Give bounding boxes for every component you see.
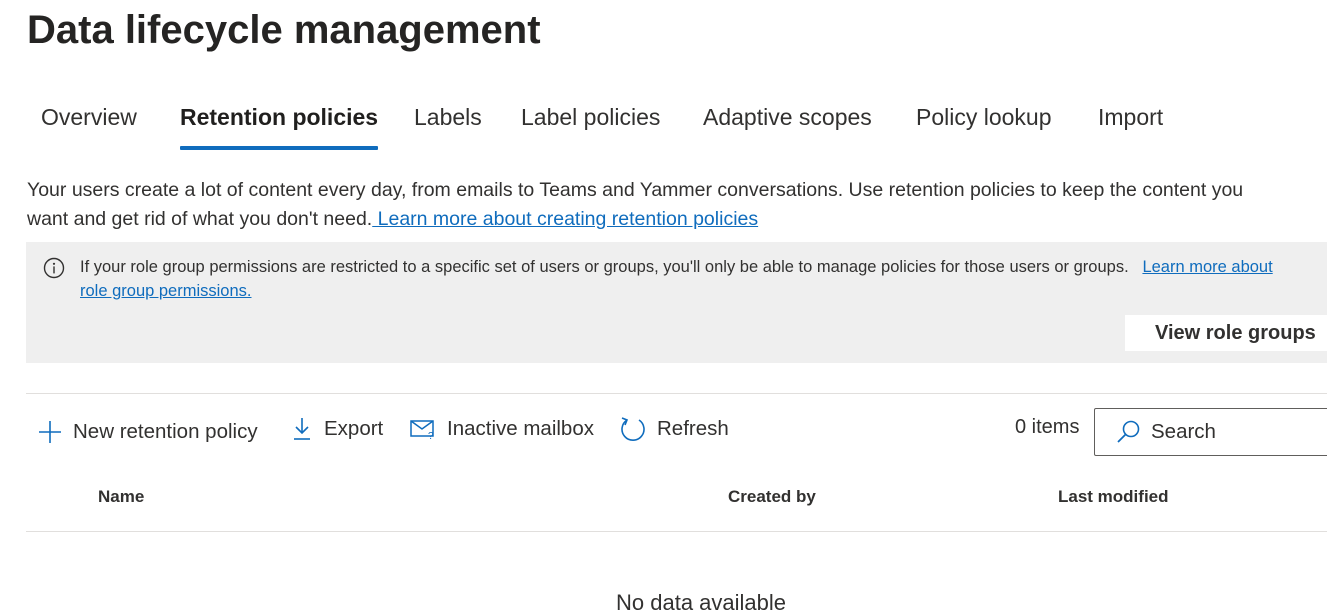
column-header-name[interactable]: Name [98,487,144,507]
toolbar-divider [26,393,1327,394]
export-button[interactable]: Export [290,410,383,448]
info-icon [43,257,65,279]
info-message-text: If your role group permissions are restr… [80,255,1300,303]
tab-retention-policies[interactable]: Retention policies [180,104,379,152]
description-line-1: Your users create a lot of content every… [27,179,1244,201]
retention-policies-page: Data lifecycle management Overview Reten… [0,0,1327,614]
page-description: Your users create a lot of content every… [27,176,1327,234]
tab-adaptive-scopes[interactable]: Adaptive scopes [703,104,872,152]
refresh-icon [621,417,645,441]
empty-state-text: No data available [616,590,787,614]
svg-text:?: ? [428,431,434,441]
download-icon [294,418,310,440]
new-retention-policy-label: New retention policy [73,420,258,443]
info-message: If your role group permissions are restr… [80,258,1129,276]
search-box[interactable] [1094,408,1327,456]
tab-policy-lookup[interactable]: Policy lookup [916,104,1052,152]
items-count: 0 items [1015,416,1080,438]
page-title: Data lifecycle management [27,8,541,52]
mailbox-icon: ? [410,420,434,441]
search-input[interactable] [1151,420,1327,444]
tab-label-policies[interactable]: Label policies [521,104,660,152]
plus-icon [39,421,61,443]
tab-overview[interactable]: Overview [41,104,137,152]
refresh-button[interactable]: Refresh [619,410,729,448]
search-icon [1117,420,1140,443]
refresh-label: Refresh [657,417,729,440]
inactive-mailbox-button[interactable]: ? Inactive mailbox [409,410,594,448]
info-message-bar: If your role group permissions are restr… [26,242,1327,363]
new-retention-policy-button[interactable]: New retention policy [37,413,258,451]
column-header-last-modified[interactable]: Last modified [1058,487,1169,507]
column-header-created-by[interactable]: Created by [728,487,816,507]
view-role-groups-button[interactable]: View role groups [1125,315,1327,351]
export-label: Export [324,417,384,440]
table-header-divider [26,531,1327,532]
inactive-mailbox-label: Inactive mailbox [447,417,594,440]
description-line-2: want and get rid of what you don't need. [27,208,373,230]
tab-import[interactable]: Import [1098,104,1163,152]
learn-more-retention-link[interactable]: Learn more about creating retention poli… [372,208,759,230]
tab-labels[interactable]: Labels [414,104,482,152]
